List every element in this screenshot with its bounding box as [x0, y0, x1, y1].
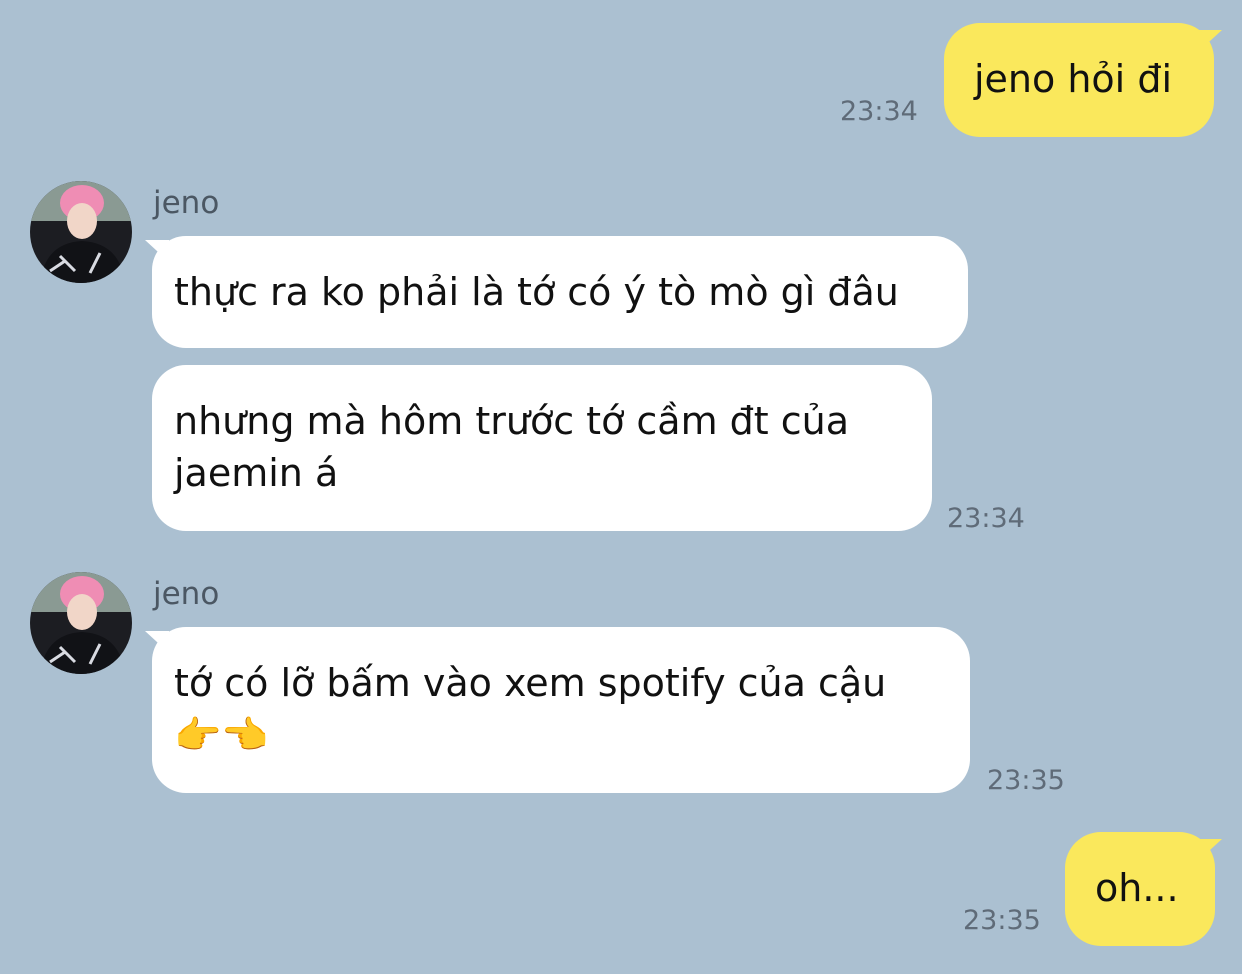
sender-avatar[interactable] [30, 572, 132, 674]
message-timestamp: 23:35 [963, 905, 1041, 936]
profile-photo-icon [30, 572, 132, 674]
message-text: tớ có lỡ bấm vào xem spotify của cậu [174, 661, 887, 705]
sender-name: jeno [153, 576, 220, 612]
incoming-message-bubble[interactable]: thực ra ko phải là tớ có ý tò mò gì đâu [152, 236, 968, 348]
profile-photo-icon [30, 181, 132, 283]
incoming-message-bubble[interactable]: nhưng mà hôm trước tớ cầm đt của jaemin … [152, 365, 932, 531]
message-timestamp: 23:34 [947, 503, 1025, 534]
message-text: nhưng mà hôm trước tớ cầm đt của jaemin … [174, 399, 850, 495]
sender-avatar[interactable] [30, 181, 132, 283]
message-text: thực ra ko phải là tớ có ý tò mò gì đâu [174, 270, 899, 314]
message-text: oh... [1095, 866, 1179, 910]
message-timestamp: 23:35 [987, 765, 1065, 796]
chat-screen: { "messages": [ {"direction": "outgoing"… [0, 0, 1242, 974]
incoming-message-bubble[interactable]: tớ có lỡ bấm vào xem spotify của cậu 👉👈 [152, 627, 970, 793]
message-timestamp: 23:34 [840, 96, 918, 127]
outgoing-message-bubble[interactable]: jeno hỏi đi [944, 23, 1214, 137]
sender-name: jeno [153, 185, 220, 221]
message-text: jeno hỏi đi [974, 57, 1172, 101]
emoji-text: 👉👈 [174, 713, 269, 757]
outgoing-message-bubble[interactable]: oh... [1065, 832, 1215, 946]
